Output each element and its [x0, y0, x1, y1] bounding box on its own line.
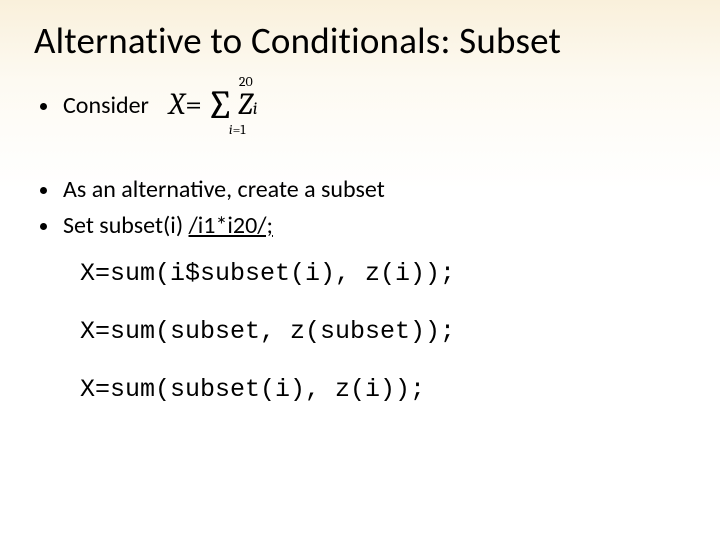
code-line-1: X=sum(i$subset(i), z(i));	[80, 259, 686, 289]
code-line-3: X=sum(subset(i), z(i));	[80, 375, 686, 405]
formula: 20 X = ∑ Z i i=1	[169, 85, 258, 125]
bullet-set-prefix: Set subset(i)	[63, 211, 189, 240]
formula-upper-limit: 20	[239, 75, 253, 89]
formula-lhs: X	[169, 90, 185, 120]
bullet-consider: Consider 20 X = ∑ Z i i=1	[40, 91, 686, 125]
slide-title: Alternative to Conditionals: Subset	[34, 18, 686, 63]
bullet-set: Set subset(i) /i1*i20/;	[40, 211, 686, 241]
code-block: X=sum(i$subset(i), z(i)); X=sum(subset, …	[80, 259, 686, 405]
formula-eq: =	[185, 90, 202, 120]
bullet-icon	[40, 103, 47, 110]
bullet-alternative: As an alternative, create a subset	[40, 175, 686, 205]
formula-lower-eq: =1	[233, 121, 246, 138]
formula-lower-limit: i=1	[229, 123, 246, 137]
bullet-icon	[40, 187, 47, 194]
bullet-icon	[40, 223, 47, 230]
bullet-consider-text: Consider	[63, 91, 149, 121]
bullet-set-underlined: /i1*i20/;	[189, 211, 273, 240]
formula-Z: Z	[238, 90, 253, 120]
bullet-alternative-text: As an alternative, create a subset	[63, 175, 385, 205]
formula-Z-sub: i	[253, 100, 258, 118]
bullet-set-text: Set subset(i) /i1*i20/;	[63, 211, 273, 241]
sigma-icon: ∑	[206, 85, 234, 125]
code-line-2: X=sum(subset, z(subset));	[80, 317, 686, 347]
